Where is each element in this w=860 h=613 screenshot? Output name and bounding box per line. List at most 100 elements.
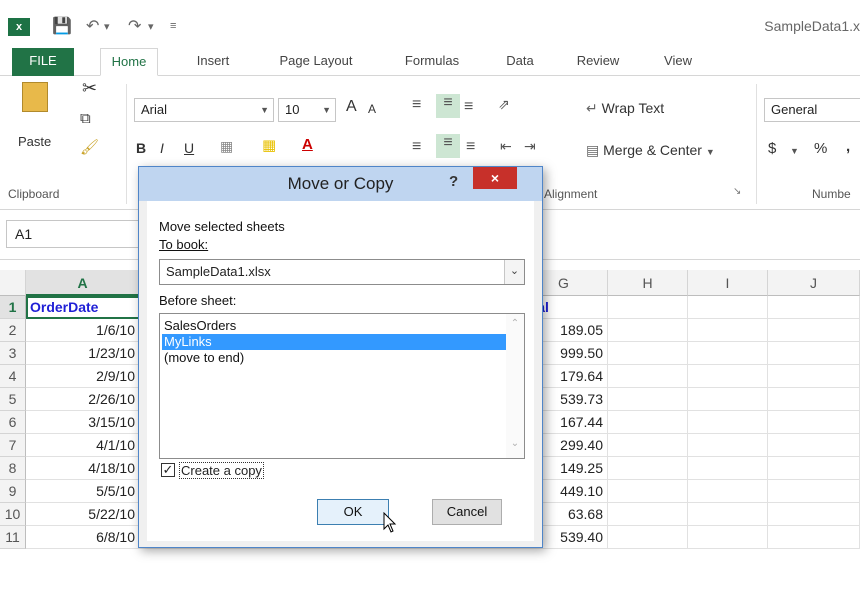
number-format-select[interactable]: General	[764, 98, 860, 122]
borders-icon[interactable]: ▦	[220, 138, 233, 155]
cell-empty[interactable]	[688, 411, 768, 434]
decrease-indent-icon[interactable]: ⇤	[500, 138, 512, 155]
row-header[interactable]: 11	[0, 526, 26, 549]
align-middle-icon[interactable]: ≡	[436, 94, 460, 118]
tab-data[interactable]: Data	[500, 48, 540, 76]
close-button[interactable]: ×	[473, 167, 517, 189]
copy-icon[interactable]: ⧉	[80, 110, 91, 127]
cell-empty[interactable]	[688, 526, 768, 549]
scroll-up-icon[interactable]: ⌃	[506, 318, 524, 329]
select-all-corner[interactable]	[0, 270, 26, 296]
cell-empty[interactable]	[688, 388, 768, 411]
cell-a[interactable]: OrderDate	[26, 296, 140, 319]
redo-icon[interactable]: ↷	[128, 16, 141, 36]
font-color-icon[interactable]: A	[302, 136, 313, 153]
bold-button[interactable]: B	[136, 140, 146, 156]
underline-button[interactable]: U	[184, 140, 194, 156]
cell-empty[interactable]	[768, 296, 860, 319]
cell-empty[interactable]	[608, 388, 688, 411]
cancel-button[interactable]: Cancel	[432, 499, 502, 525]
cell-empty[interactable]	[688, 457, 768, 480]
percent-button[interactable]: %	[814, 140, 827, 157]
cell-a[interactable]: 4/1/10	[26, 434, 140, 457]
sheet-item-salesorders[interactable]: SalesOrders	[162, 318, 506, 334]
cell-a[interactable]: 1/23/10	[26, 342, 140, 365]
row-header[interactable]: 8	[0, 457, 26, 480]
comma-style-icon[interactable]: ,	[846, 138, 850, 155]
cell-empty[interactable]	[768, 388, 860, 411]
cell-empty[interactable]	[608, 296, 688, 319]
column-header-a[interactable]: A	[26, 270, 140, 296]
cell-empty[interactable]	[608, 342, 688, 365]
align-right-icon[interactable]: ≡	[466, 138, 475, 156]
cell-empty[interactable]	[688, 480, 768, 503]
cell-empty[interactable]	[608, 526, 688, 549]
cell-empty[interactable]	[768, 434, 860, 457]
create-copy-checkbox[interactable]: ✓	[161, 463, 175, 477]
tab-file[interactable]: FILE	[12, 48, 74, 76]
save-icon[interactable]: 💾	[52, 16, 72, 36]
cell-a[interactable]: 6/8/10	[26, 526, 140, 549]
merge-center-button[interactable]: ▤ Merge & Center ▼	[586, 142, 715, 159]
cell-empty[interactable]	[608, 411, 688, 434]
before-sheet-list[interactable]: SalesOrders MyLinks (move to end) ⌃ ⌄	[159, 313, 525, 459]
cell-a[interactable]: 5/5/10	[26, 480, 140, 503]
sheet-item-move-to-end[interactable]: (move to end)	[162, 350, 506, 366]
cell-empty[interactable]	[768, 526, 860, 549]
tab-page-layout[interactable]: Page Layout	[268, 48, 364, 76]
column-header-j[interactable]: J	[768, 270, 860, 296]
dialog-title-bar[interactable]: Move or Copy ? ×	[139, 167, 542, 201]
align-bottom-icon[interactable]: ≡	[464, 98, 473, 116]
row-header[interactable]: 10	[0, 503, 26, 526]
name-box[interactable]: A1	[6, 220, 146, 248]
tab-insert[interactable]: Insert	[188, 48, 238, 76]
paste-button[interactable]: Paste	[18, 134, 51, 149]
cell-empty[interactable]	[608, 434, 688, 457]
row-header[interactable]: 5	[0, 388, 26, 411]
cell-empty[interactable]	[688, 365, 768, 388]
cell-empty[interactable]	[688, 434, 768, 457]
row-header[interactable]: 4	[0, 365, 26, 388]
to-book-select[interactable]: SampleData1.xlsx ⌄	[159, 259, 525, 285]
undo-dropdown-icon[interactable]: ▾	[104, 20, 110, 33]
customize-qat-icon[interactable]: ≡	[170, 20, 176, 32]
row-header[interactable]: 7	[0, 434, 26, 457]
cell-empty[interactable]	[688, 342, 768, 365]
tab-view[interactable]: View	[656, 48, 700, 76]
alignment-launcher-icon[interactable]: ↘	[733, 186, 741, 197]
scroll-down-icon[interactable]: ⌄	[506, 438, 524, 449]
align-left-icon[interactable]: ≡	[412, 138, 421, 156]
cell-empty[interactable]	[608, 319, 688, 342]
cell-empty[interactable]	[688, 319, 768, 342]
cell-a[interactable]: 5/22/10	[26, 503, 140, 526]
cell-empty[interactable]	[608, 480, 688, 503]
increase-indent-icon[interactable]: ⇥	[524, 138, 536, 155]
cell-empty[interactable]	[608, 457, 688, 480]
cell-a[interactable]: 1/6/10	[26, 319, 140, 342]
create-copy-label[interactable]: Create a copy	[179, 462, 264, 479]
cell-empty[interactable]	[768, 319, 860, 342]
row-header[interactable]: 3	[0, 342, 26, 365]
format-painter-icon[interactable]: 🖌	[80, 138, 99, 156]
help-button[interactable]: ?	[449, 173, 458, 190]
italic-button[interactable]: I	[160, 140, 164, 156]
cell-a[interactable]: 2/26/10	[26, 388, 140, 411]
align-top-icon[interactable]: ≡	[412, 96, 421, 114]
list-scrollbar[interactable]: ⌃ ⌄	[506, 314, 524, 458]
cell-empty[interactable]	[768, 457, 860, 480]
shrink-font-button[interactable]: A	[368, 102, 376, 116]
sheet-item-mylinks[interactable]: MyLinks	[162, 334, 506, 350]
redo-dropdown-icon[interactable]: ▾	[148, 20, 154, 33]
paste-icon[interactable]	[22, 82, 48, 112]
fill-color-icon[interactable]: ▦	[262, 136, 276, 154]
cell-empty[interactable]	[768, 503, 860, 526]
excel-icon[interactable]: x	[8, 18, 30, 36]
ok-button[interactable]: OK	[317, 499, 389, 525]
row-header[interactable]: 1	[0, 296, 26, 319]
font-name-select[interactable]: Arial ▼	[134, 98, 274, 122]
cell-empty[interactable]	[768, 342, 860, 365]
cell-a[interactable]: 4/18/10	[26, 457, 140, 480]
cell-empty[interactable]	[768, 411, 860, 434]
align-center-icon[interactable]: ≡	[436, 134, 460, 158]
tab-home[interactable]: Home	[100, 48, 158, 76]
